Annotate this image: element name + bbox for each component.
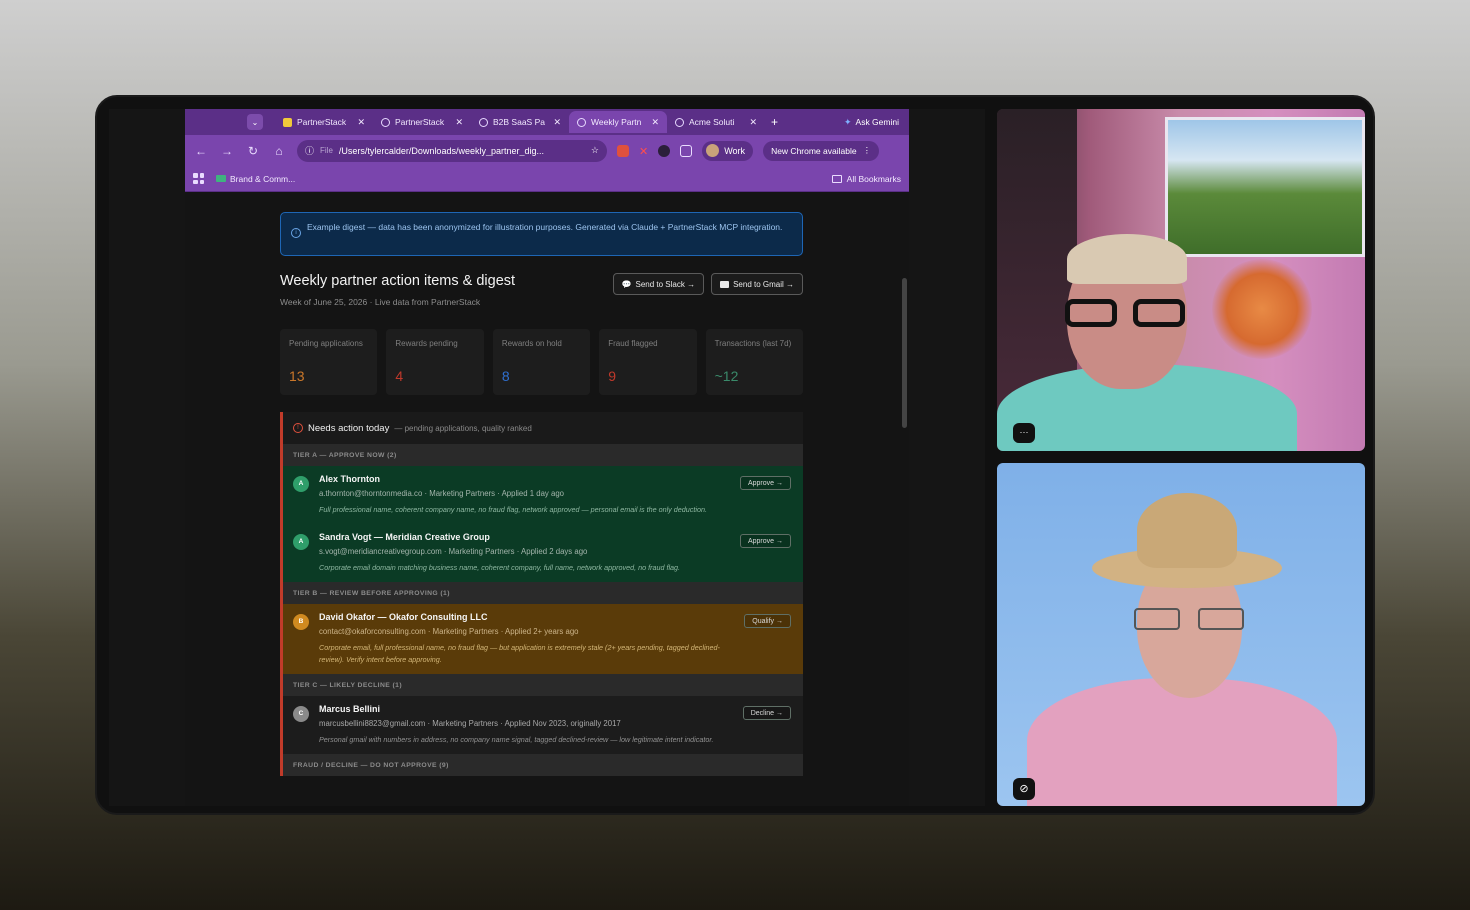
- scrollbar[interactable]: [902, 278, 907, 428]
- video-tile-participant-2[interactable]: ⊘: [997, 463, 1365, 806]
- tier-badge: B: [293, 614, 309, 630]
- all-bookmarks-button[interactable]: All Bookmarks: [831, 174, 901, 184]
- tier-fraud-header: FRAUD / DECLINE — DO NOT APPROVE (9): [283, 754, 803, 776]
- glasses: [1065, 299, 1189, 329]
- alert-icon: !: [293, 423, 303, 433]
- browser-toolbar: ← → ↻ ⌂ ⓘ File /Users/tylercalder/Downlo…: [185, 135, 909, 166]
- tier-b-header: TIER B — REVIEW BEFORE APPROVING (1): [283, 582, 803, 604]
- qualify-button[interactable]: Qualify →: [744, 614, 791, 628]
- sparkle-icon: ✦: [843, 116, 852, 127]
- tier-badge: C: [293, 706, 309, 722]
- folder-icon: [831, 174, 842, 183]
- close-tab-icon[interactable]: ✕: [749, 117, 757, 128]
- tab-search-button[interactable]: ⌄: [247, 114, 263, 130]
- new-tab-icon[interactable]: +: [771, 115, 778, 129]
- bookmark-star-icon[interactable]: ☆: [591, 145, 599, 156]
- info-banner: i Example digest — data has been anonymi…: [280, 212, 803, 256]
- tier-c-header: TIER C — LIKELY DECLINE (1): [283, 674, 803, 696]
- address-bar[interactable]: ⓘ File /Users/tylercalder/Downloads/week…: [297, 139, 607, 162]
- close-tab-icon[interactable]: ✕: [357, 117, 365, 128]
- mail-icon: [720, 280, 730, 288]
- send-to-slack-button[interactable]: 💬 Send to Slack →: [612, 273, 705, 295]
- tier-a-header: TIER A — APPROVE NOW (2): [283, 444, 803, 466]
- more-vert-icon: ⋮: [862, 145, 872, 155]
- chevron-down-icon: ⌄: [251, 117, 259, 127]
- tab-acme[interactable]: Acme Soluti ✕: [667, 111, 765, 133]
- forward-icon[interactable]: →: [219, 144, 235, 158]
- decor-plant: [1212, 259, 1312, 359]
- chat-bubble-icon: 💬: [621, 279, 632, 289]
- ask-gemini-button[interactable]: ✦ Ask Gemini: [844, 117, 899, 128]
- bookmark-brand[interactable]: Brand & Comm...: [216, 174, 295, 184]
- stat-fraud-flagged: Fraud flagged 9: [599, 329, 697, 395]
- back-icon[interactable]: ←: [193, 144, 209, 158]
- avatar: [706, 144, 720, 157]
- list-item: C Marcus Bellini marcusbellini8823@gmail…: [283, 696, 803, 754]
- panel-header: ! Needs action today — pending applicati…: [283, 412, 803, 444]
- info-icon: i: [291, 228, 301, 238]
- decline-button[interactable]: Decline →: [742, 706, 791, 720]
- page-header: Weekly partner action items & digest Wee…: [280, 273, 803, 317]
- video-tile-participant-1[interactable]: ···: [997, 109, 1365, 451]
- home-icon[interactable]: ⌂: [271, 144, 287, 158]
- stats-row: Pending applications 13 Rewards pending …: [280, 329, 804, 395]
- bookmark-favicon-icon: [216, 175, 226, 182]
- globe-icon: [577, 117, 586, 127]
- close-tab-icon[interactable]: ✕: [455, 117, 463, 128]
- digest-content: i Example digest — data has been anonymi…: [280, 192, 804, 776]
- info-icon[interactable]: ⓘ: [305, 144, 314, 157]
- stat-rewards-pending: Rewards pending 4: [386, 329, 484, 395]
- folder-icon: [283, 117, 292, 127]
- close-extension-icon[interactable]: ✕: [639, 145, 648, 158]
- tab-partnerstack-1[interactable]: PartnerStack ✕: [275, 111, 373, 133]
- globe-icon: [479, 117, 488, 127]
- approve-button[interactable]: Approve →: [739, 476, 791, 490]
- extension-icon[interactable]: [617, 144, 629, 157]
- page-viewport: i Example digest — data has been anonymi…: [185, 192, 909, 806]
- profile-button[interactable]: Work: [702, 140, 754, 161]
- tab-partnerstack-2[interactable]: PartnerStack ✕: [373, 111, 471, 133]
- approve-button[interactable]: Approve →: [739, 534, 791, 548]
- participant-hair: [1067, 234, 1187, 284]
- list-item: B David Okafor — Okafor Consulting LLC c…: [283, 604, 803, 674]
- puzzle-icon[interactable]: [680, 144, 693, 157]
- screen-share: ⌄ PartnerStack ✕ PartnerStack ✕ B2B SaaS…: [109, 109, 985, 806]
- globe-icon: [675, 117, 684, 127]
- close-tab-icon[interactable]: ✕: [553, 117, 561, 128]
- meeting-window: ⌄ PartnerStack ✕ PartnerStack ✕ B2B SaaS…: [95, 95, 1375, 815]
- straw-hat: [1092, 493, 1282, 593]
- stat-pending-applications: Pending applications 13: [280, 329, 378, 395]
- list-item: A Sandra Vogt — Meridian Creative Group …: [283, 524, 803, 582]
- more-options-button[interactable]: ···: [1013, 423, 1035, 443]
- bookmarks-bar: Brand & Comm... All Bookmarks: [185, 166, 909, 192]
- globe-icon: [381, 117, 390, 127]
- tab-b2b-saas[interactable]: B2B SaaS Pa ✕: [471, 111, 569, 133]
- mic-muted-icon[interactable]: ⊘: [1013, 778, 1035, 800]
- stat-transactions: Transactions (last 7d) ~12: [705, 329, 804, 395]
- reload-icon[interactable]: ↻: [245, 144, 261, 158]
- page-subtitle: Week of June 25, 2026 · Live data from P…: [280, 297, 481, 307]
- send-to-gmail-button[interactable]: Send to Gmail →: [711, 273, 803, 295]
- tier-badge: A: [293, 534, 309, 550]
- glasses: [1134, 608, 1246, 632]
- browser-window: ⌄ PartnerStack ✕ PartnerStack ✕ B2B SaaS…: [185, 109, 909, 806]
- tab-weekly-partner[interactable]: Weekly Partn ✕: [569, 111, 667, 133]
- mountain-poster: [1165, 117, 1365, 257]
- tier-badge: A: [293, 476, 309, 492]
- needs-action-panel: ! Needs action today — pending applicati…: [280, 412, 803, 776]
- update-chrome-button[interactable]: New Chrome available ⋮: [763, 140, 880, 161]
- stat-rewards-on-hold: Rewards on hold 8: [492, 329, 591, 395]
- tab-strip: ⌄ PartnerStack ✕ PartnerStack ✕ B2B SaaS…: [185, 109, 909, 135]
- record-extension-icon[interactable]: [658, 144, 671, 157]
- apps-grid-icon[interactable]: [193, 173, 204, 184]
- list-item: A Alex Thornton a.thornton@thorntonmedia…: [283, 466, 803, 524]
- close-tab-icon[interactable]: ✕: [651, 117, 659, 128]
